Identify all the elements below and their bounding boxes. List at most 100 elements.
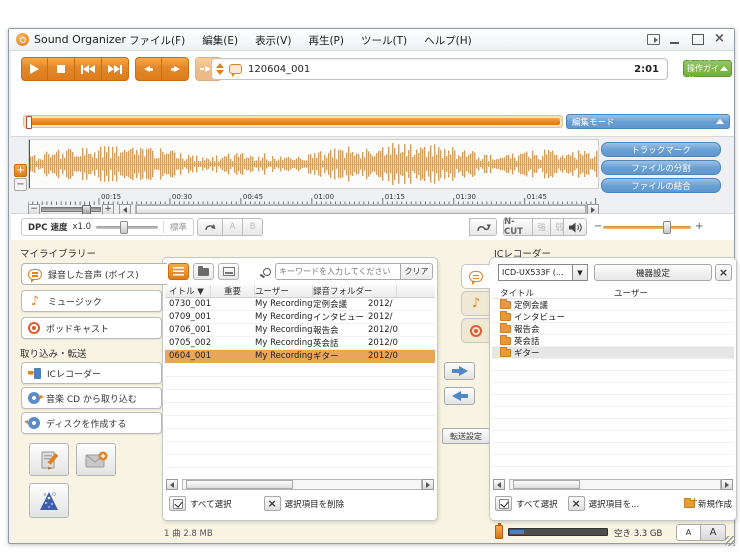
folder-row[interactable]: ギター [492,347,734,359]
dpc-slider[interactable] [96,226,158,229]
device-close-button[interactable]: × [715,264,732,281]
new-folder-button[interactable]: + 新規作成 [684,498,732,510]
device-settings-button[interactable]: 機器設定 [594,264,712,281]
column-user[interactable]: ユーザー [255,285,313,297]
column-title[interactable]: イトル ▼ [165,285,211,297]
scroll-right-button[interactable] [422,479,434,490]
minimize-icon[interactable] [669,34,682,45]
transfer-item-2[interactable]: ディスクを作成する [21,412,162,434]
recorder-tab-voice[interactable] [461,264,490,289]
transfer-settings-button[interactable]: 転送設定 [442,428,490,444]
seek-handle[interactable] [26,116,32,129]
transfer-to-device-button[interactable] [444,387,475,405]
font-large-button[interactable]: A [701,524,726,541]
search-clear-button[interactable]: クリア [400,264,432,279]
scroll-left-button[interactable] [493,479,505,490]
volume-slider[interactable] [603,226,691,229]
edit-memo-button[interactable] [29,443,69,476]
wave-zoom-in-button[interactable]: + [14,164,27,177]
view-folder-button[interactable] [193,263,214,280]
now-playing-field[interactable]: 120604_001 2:01 [211,58,668,80]
waveform-display[interactable] [28,139,599,189]
search-input[interactable] [276,264,400,279]
transfer-item-0[interactable]: ICレコーダー [21,362,162,384]
recorder-tab-music[interactable]: ♪ [461,291,490,316]
new-mail-button[interactable] [76,443,116,476]
folder-row[interactable]: 報告会 [492,323,734,335]
maximize-icon[interactable] [691,34,704,45]
stop-button[interactable] [48,57,75,81]
table-row[interactable]: 0705_002My Recording英会話2012/0 [165,337,435,350]
hzoom-slider[interactable] [41,207,101,212]
wave-tool-button-2[interactable]: ファイルの結合 [601,178,721,193]
scroll-track[interactable] [509,479,721,490]
menu-item[interactable]: ファイル(F) [129,33,185,48]
menu-item[interactable]: 再生(P) [308,33,344,48]
track-spinner[interactable] [216,63,224,75]
ncut-strong-button[interactable]: 強 [533,218,551,236]
ab-a-button[interactable]: A [223,218,243,236]
voice-recognition-button[interactable] [29,483,69,518]
table-row[interactable]: 0706_001My Recording報告会2012/0 [165,324,435,337]
scroll-track[interactable] [182,479,422,490]
column-title[interactable]: タイトル [492,287,614,299]
repeat-button[interactable] [197,218,223,236]
menu-item[interactable]: 表示(V) [255,33,291,48]
menu-item[interactable]: 編集(E) [202,33,238,48]
view-card-button[interactable] [218,263,239,280]
scroll-left-button[interactable] [166,479,178,490]
sidebar-item-1[interactable]: ♪ミュージック [21,290,162,312]
previous-button[interactable] [75,57,102,81]
resize-grip[interactable] [725,536,735,546]
wave-tool-button-1[interactable]: ファイルの分割 [601,160,721,175]
delete-selected-button[interactable]: × [264,496,281,511]
ab-b-button[interactable]: B [243,218,263,236]
volume-thumb[interactable] [663,221,671,234]
playhead-cursor[interactable] [29,140,30,189]
select-all-checkbox[interactable] [169,496,186,511]
seek-bar[interactable] [23,115,563,128]
sidebar-item-0[interactable]: 録音した音声 (ボイス) [21,263,167,285]
scroll-right-button[interactable] [721,479,733,490]
wave-scroll-thumb[interactable] [136,205,586,214]
playback-options-bar: DPC 速度 x1.0 標準 A B N-CUT 強 弱 − [11,214,734,240]
column-important[interactable]: 重要 [211,285,255,297]
compact-mode-icon[interactable] [647,34,660,45]
dpc-standard-button[interactable]: 標準 [163,221,187,233]
menu-item[interactable]: ツール(T) [361,33,407,48]
view-list-button[interactable] [168,263,189,280]
column-user[interactable]: ユーザー [614,287,648,299]
scroll-thumb[interactable] [186,480,293,489]
recorder-tab-podcast[interactable] [461,318,490,343]
scroll-thumb[interactable] [513,480,580,489]
play-button[interactable] [21,57,48,81]
table-row[interactable]: 0709_001My Recordingインタビュー2012/ [165,311,435,324]
delete-selected-button[interactable]: × [568,496,585,511]
desktop: Sound Organizer ファイル(F)編集(E)表示(V)再生(P)ツー… [0,0,740,555]
folder-row[interactable]: インタビュー [492,311,734,323]
folder-row[interactable]: 定例会議 [492,299,734,311]
transfer-to-library-button[interactable] [444,362,475,380]
mute-button[interactable] [563,218,587,236]
transfer-item-1[interactable]: 音楽 CD から取り込む [21,387,162,409]
select-all-checkbox[interactable] [495,496,512,511]
cell: 定例会議 [313,298,368,310]
folder-row[interactable]: 英会話 [492,335,734,347]
table-row[interactable]: 0604_001My Recordingギター2012/0 [165,350,435,363]
close-icon[interactable]: × [713,34,726,45]
skip-back-button[interactable] [135,57,162,81]
skip-forward-button[interactable] [162,57,189,81]
font-small-button[interactable]: A [676,524,701,541]
menu-item[interactable]: ヘルプ(H) [424,33,472,48]
table-row[interactable]: 0730_001My Recording定例会議2012/ [165,298,435,311]
column-folder[interactable]: 録音フォルダー [313,285,397,297]
device-select[interactable]: ICD-UX533F (... ▼ [498,264,588,281]
easy-search-button[interactable] [469,218,497,236]
wave-zoom-out-button[interactable]: − [14,178,27,191]
wave-tool-button-0[interactable]: トラックマーク [601,142,721,157]
edit-mode-button[interactable]: 編集モード [566,114,730,129]
dpc-slider-thumb[interactable] [120,221,128,234]
next-button[interactable] [102,57,129,81]
easy-guide-button[interactable]: かんたん操作ガイド [683,60,732,77]
sidebar-item-2[interactable]: ポッドキャスト [21,317,162,339]
